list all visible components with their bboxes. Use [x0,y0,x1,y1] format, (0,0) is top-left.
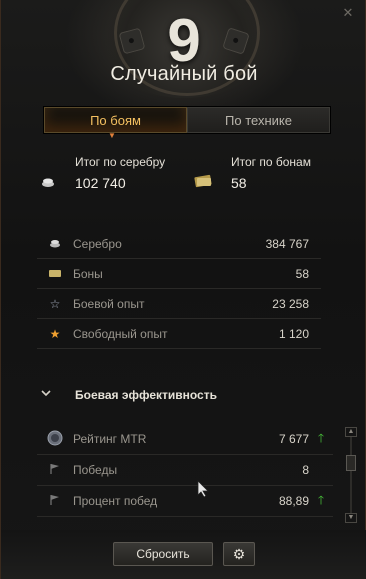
list-item: Серебро 384 767 [37,229,321,259]
stat-label: Свободный опыт [73,326,168,341]
active-tab-marker-icon: ▼ [108,131,116,140]
tab-by-battles[interactable]: По боям [44,107,187,133]
efficiency-value: 8 [302,463,309,477]
efficiency-label: Рейтинг MTR [73,432,147,446]
star-gold-icon: ★ [49,326,61,341]
efficiency-label: Победы [73,463,118,477]
flag-icon [37,494,73,509]
bonds-total-value: 58 [231,175,247,191]
list-item: Боны 58 [37,259,321,289]
stat-value: 1 120 [278,326,309,341]
stat-value: 23 258 [272,296,309,311]
stats-list: Серебро 384 767 Боны 58 ☆ Боевой опыт 23… [37,229,321,349]
bonds-icon [37,267,73,281]
tab-bar: По боям По технике [43,106,331,134]
scroll-down-icon[interactable]: ▼ [345,513,357,523]
list-item: ☆ Боевой опыт 23 258 [37,289,321,319]
scroll-track[interactable] [346,437,356,513]
efficiency-value: 7 677 [278,432,309,446]
rating-badge-icon [37,430,73,449]
silver-icon [41,176,55,191]
trend-up-icon: 🡑 [317,430,325,445]
tab-by-vehicles[interactable]: По технике [187,107,330,133]
stat-value: 58 [295,266,309,281]
scroll-thumb[interactable] [346,455,356,471]
reset-button[interactable]: Сбросить [113,542,213,566]
stat-label: Серебро [73,236,122,251]
efficiency-label: Процент побед [73,494,158,508]
list-item: Рейтинг MTR 7 677 🡑 [37,424,333,455]
bonds-icon [194,173,214,192]
silver-total-label: Итог по серебру [75,155,166,169]
efficiency-section-title[interactable]: Боевая эффективность [75,388,217,402]
chevron-down-icon[interactable] [41,388,51,400]
scroll-up-icon[interactable]: ▲ [345,427,357,437]
list-item: Победы 8 [37,455,333,486]
trend-up-icon: 🡑 [317,492,325,507]
scrollbar[interactable]: ▲ ▼ [345,427,357,525]
flag-icon [37,463,73,478]
silver-total-value: 102 740 [75,175,126,191]
silver-icon [37,237,73,251]
efficiency-value: 88,89 [278,494,309,508]
star-outline-icon: ☆ [49,296,61,311]
battle-stats-window: ✕ 9 Случайный бой По боям По технике ▼ И… [0,0,366,579]
stat-label: Боны [73,266,103,281]
mouse-cursor-icon [197,480,209,503]
list-item: ★ Свободный опыт 1 120 [37,319,321,349]
stat-value: 384 767 [265,236,309,251]
page-title: Случайный бой [110,63,258,85]
list-item: Процент побед 88,89 🡑 [37,486,333,517]
gear-icon[interactable]: ⚙ [223,542,255,566]
stat-label: Боевой опыт [73,296,145,311]
bonds-total-label: Итог по бонам [231,155,311,169]
efficiency-list: Рейтинг MTR 7 677 🡑 Победы 8 Процент поб… [37,424,333,517]
